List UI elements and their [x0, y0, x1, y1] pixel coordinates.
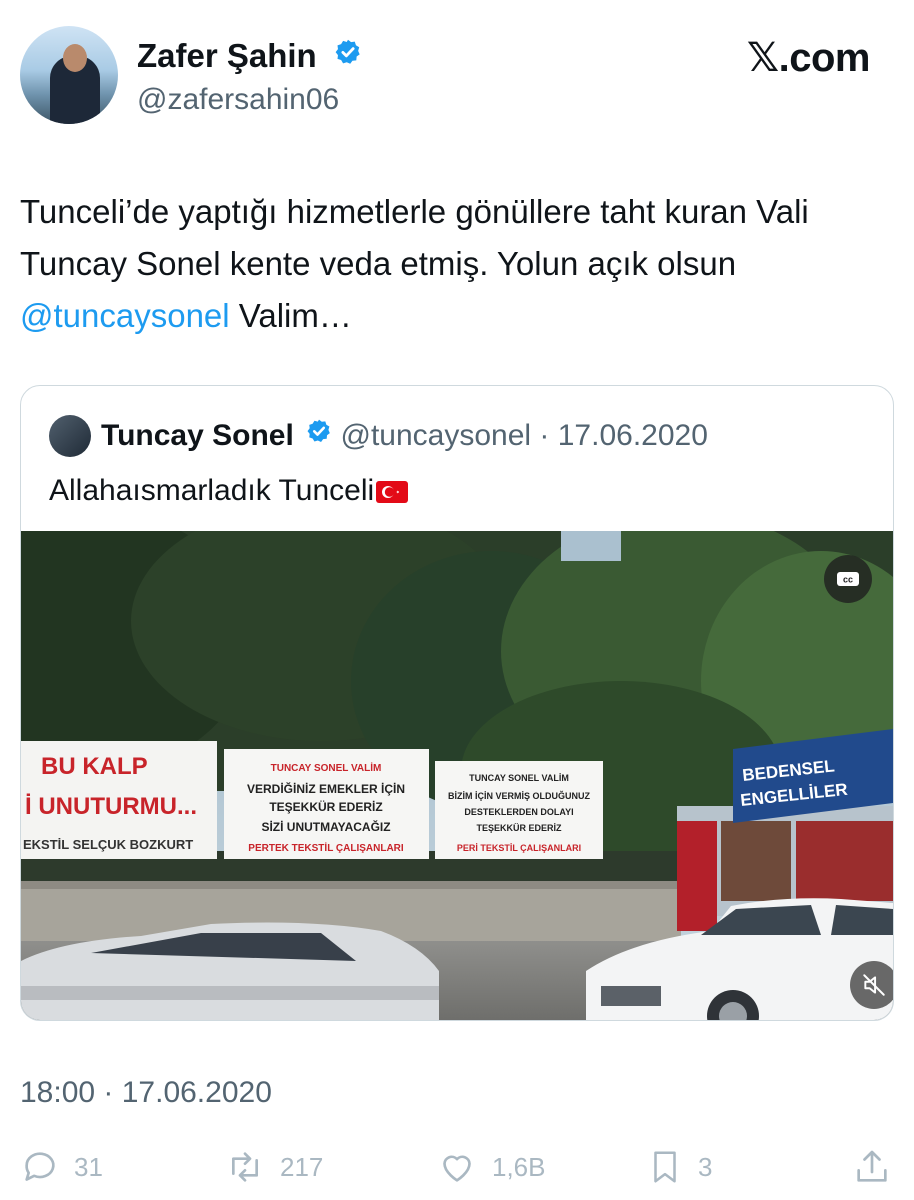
cc-icon: cc: [837, 572, 859, 586]
quote-separator: ·: [531, 419, 558, 452]
banner2-line1: TUNCAY SONEL VALİM: [271, 761, 382, 774]
quote-header: Tuncay Sonel @tuncaysonel · 17.06.2020: [101, 418, 708, 454]
author-handle[interactable]: @zafersahin06: [137, 83, 339, 117]
banner1-line2: İ UNUTURMU...: [25, 793, 197, 820]
video-frame: BU KALP İ UNUTURMU... EKSTİL SELÇUK BOZK…: [21, 531, 893, 1020]
like-count: 1,6B: [492, 1151, 546, 1182]
mute-button[interactable]: [850, 961, 893, 1009]
mention-link[interactable]: @tuncaysonel: [20, 297, 230, 334]
avatar-head: [63, 44, 87, 72]
brand-logo: 𝕏.com: [746, 36, 871, 80]
action-bar: 31 217 1,6B 3: [0, 1145, 914, 1189]
quote-date[interactable]: 17.06.2020: [558, 419, 708, 452]
bookmark-icon: [654, 1151, 676, 1183]
banner2-line3: TEŞEKKÜR EDERİZ: [269, 799, 382, 814]
quoted-tweet[interactable]: Tuncay Sonel @tuncaysonel · 17.06.2020 A…: [20, 385, 894, 1021]
repost-button[interactable]: 217: [224, 1145, 323, 1189]
banner2-line4: SİZİ UNUTMAYACAĞIZ: [261, 819, 390, 834]
banner2-line5: PERTEK TEKSTİL ÇALIŞANLARI: [248, 841, 404, 854]
quote-author-avatar[interactable]: [49, 415, 91, 457]
share-icon: [857, 1150, 887, 1182]
cc-label: cc: [843, 575, 853, 585]
quote-author-name[interactable]: Tuncay Sonel: [101, 419, 294, 452]
banner1-line3: EKSTİL SELÇUK BOZKURT: [23, 837, 193, 852]
author-avatar[interactable]: [20, 26, 118, 124]
repost-count: 217: [280, 1151, 324, 1182]
quote-verified-badge-icon: [306, 417, 332, 453]
bookmark-count: 3: [698, 1151, 713, 1182]
repost-icon: [232, 1152, 258, 1182]
tweet-text: Tunceli’de yaptığı hizmetlerle gönüllere…: [20, 186, 900, 342]
captions-button[interactable]: cc: [824, 555, 872, 603]
banner3-line1: TUNCAY SONEL VALİM: [469, 773, 569, 783]
reply-button[interactable]: 31: [20, 1145, 103, 1189]
quote-author-handle[interactable]: @tuncaysonel: [341, 419, 532, 452]
banner3-line4: TEŞEKKÜR EDERİZ: [476, 823, 562, 833]
mute-icon: [863, 974, 885, 996]
share-button[interactable]: [852, 1145, 892, 1189]
reply-count: 31: [74, 1151, 103, 1182]
quote-text: Allahaısmarladık Tunceli: [49, 473, 409, 509]
banner2-line2: VERDİĞİNİZ EMEKLER İÇİN: [247, 781, 405, 796]
verified-badge-icon: [334, 37, 362, 73]
video-player[interactable]: BU KALP İ UNUTURMU... EKSTİL SELÇUK BOZK…: [21, 531, 893, 1020]
tweet-text-part2: Valim…: [229, 297, 352, 334]
banner3-line5: PERİ TEKSTİL ÇALIŞANLARI: [457, 843, 581, 853]
tweet-timestamp[interactable]: 18:00 · 17.06.2020: [20, 1075, 272, 1111]
banner3-line2: BİZİM İÇİN VERMİŞ OLDUĞUNUZ: [448, 790, 590, 801]
turkey-flag-icon: [376, 481, 409, 504]
reply-icon: [25, 1152, 55, 1181]
like-button[interactable]: 1,6B: [436, 1145, 546, 1189]
author-name-row[interactable]: Zafer Şahin: [137, 38, 362, 74]
like-icon: [443, 1155, 471, 1182]
banner1-line1: BU KALP: [41, 753, 148, 780]
bookmark-button[interactable]: 3: [646, 1145, 712, 1189]
banner3-line3: DESTEKLERDEN DOLAYI: [464, 807, 573, 817]
author-name[interactable]: Zafer Şahin: [137, 37, 317, 74]
tweet-text-part1: Tunceli’de yaptığı hizmetlerle gönüllere…: [20, 193, 809, 282]
quote-text-content: Allahaısmarladık Tunceli: [49, 474, 375, 507]
